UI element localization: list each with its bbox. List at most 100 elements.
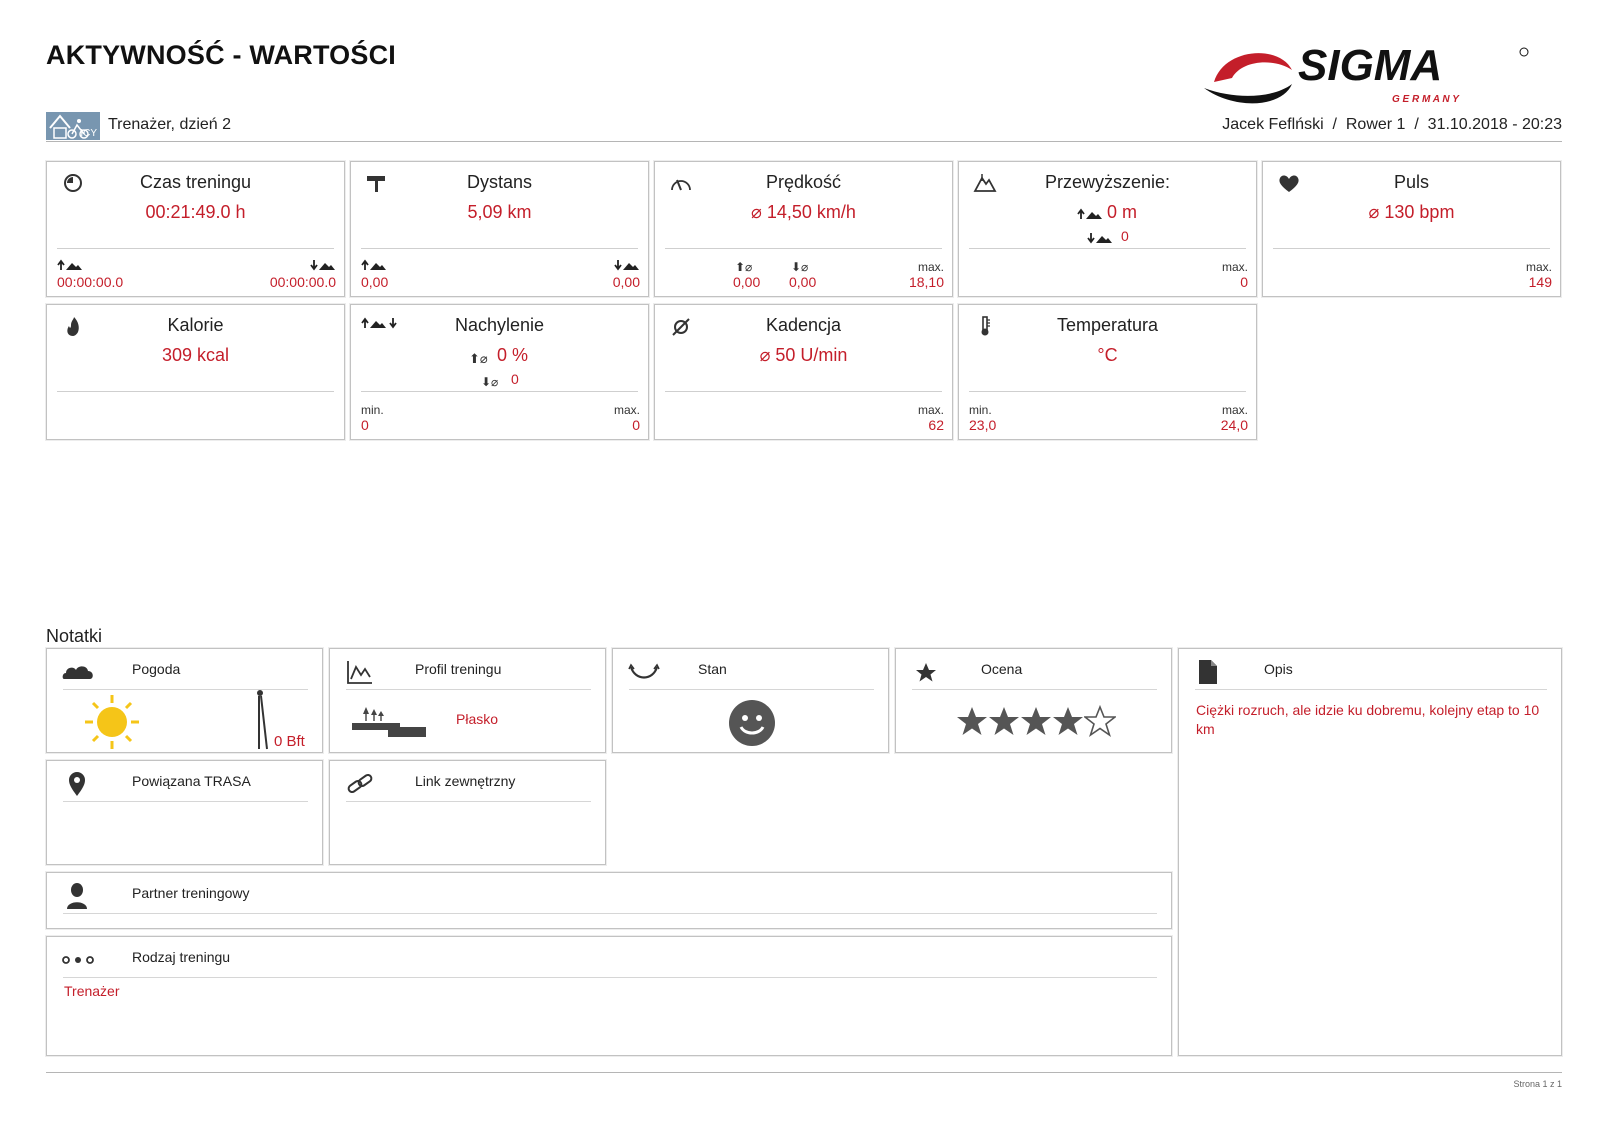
tile-value: 0 %: [497, 345, 529, 365]
uphill-icon: [1077, 208, 1102, 219]
min-value: 0: [361, 417, 369, 433]
tile-value: ⌀ 130 bpm: [1368, 202, 1455, 222]
max-value: 24,0: [1220, 417, 1248, 433]
tile-title: Kadencja: [765, 315, 842, 335]
tile-sub-value: 0: [511, 371, 519, 387]
downhill-value: 00:00:00.0: [269, 274, 336, 290]
logo-tagline: G E R M A N Y: [1392, 94, 1460, 105]
note-description: Opis Ciężki rozruch, ale idzie ku dobrem…: [1178, 648, 1562, 1056]
tile-value: 5,09 km: [467, 202, 532, 222]
max-value: 0: [632, 417, 640, 433]
max-value: 62: [928, 417, 944, 433]
tile-title: Czas treningu: [139, 172, 252, 192]
note-training-partner: Partner treningowy: [46, 872, 1172, 929]
note-title: Ocena: [981, 661, 1023, 677]
page-number: Strona 1 z 1: [1513, 1079, 1562, 1089]
incline-up-label: ⬆⌀: [469, 351, 488, 366]
tile-value: ⌀ 50 U/min: [759, 345, 848, 365]
tile-value: 309 kcal: [161, 345, 230, 365]
note-training-type: Rodzaj treningu Trenażer: [46, 936, 1172, 1056]
speed-up-label: ⬆⌀: [735, 260, 753, 274]
max-label: max.: [613, 403, 640, 417]
description-text: Ciężki rozruch, ale idzie ku dobremu, ko…: [1196, 702, 1540, 737]
star-filled-icon: [1053, 707, 1083, 735]
tile-value: 0 m: [1107, 202, 1138, 222]
note-title: Rodzaj treningu: [132, 949, 231, 965]
incline-down-label: ⬇⌀: [481, 375, 499, 389]
person-icon: [67, 883, 87, 909]
document-icon: [1199, 660, 1217, 684]
tile-title: Przewyższenie:: [1044, 172, 1171, 192]
condition-icon: [628, 663, 660, 679]
training-type-value: Trenażer: [64, 983, 120, 999]
tile-value: °C: [1097, 345, 1118, 365]
tile-elevation: Przewyższenie: 0 m 0 max. 0: [958, 161, 1257, 297]
tile-title: Temperatura: [1056, 315, 1159, 335]
tile-title: Kalorie: [167, 315, 224, 335]
min-label: min.: [361, 403, 384, 417]
activity-meta: Jacek Feflński / Rower 1 / 31.10.2018 - …: [1222, 116, 1562, 133]
downhill-icon: [310, 260, 335, 271]
speed-down-value: 0,00: [789, 274, 817, 290]
cloud-icon: [62, 666, 93, 679]
sigma-logo: SIGMA G E R M A N Y: [1204, 40, 1564, 110]
max-label: max.: [1221, 260, 1248, 274]
star-empty-icon: [1082, 704, 1118, 737]
min-label: min.: [969, 403, 992, 417]
speed-down-label: ⬇⌀: [791, 260, 809, 274]
tile-incline: Nachylenie ⬆⌀ 0 % ⬇⌀ 0 min. 0 max. 0: [350, 304, 649, 440]
tile-sub-value: 0: [1121, 228, 1129, 244]
note-route: Powiązana TRASA: [46, 760, 323, 865]
sport-label: ICY: [80, 128, 97, 139]
max-label: max.: [917, 403, 944, 417]
downhill-value: 0,00: [612, 274, 640, 290]
max-label: max.: [1525, 260, 1552, 274]
max-value: 18,10: [908, 274, 944, 290]
link-icon: [347, 773, 373, 794]
note-external-link: Link zewnętrzny: [329, 760, 606, 865]
page-title: AKTYWNOŚĆ - WARTOŚCI: [46, 40, 396, 70]
tile-pulse: Puls ⌀ 130 bpm max. 149: [1262, 161, 1561, 297]
note-title: Partner treningowy: [132, 885, 250, 901]
speed-up-value: 0,00: [733, 274, 761, 290]
logo-brand: SIGMA: [1298, 41, 1442, 90]
smiley-icon: [729, 700, 775, 746]
tile-value: 00:21:49.0 h: [145, 202, 246, 222]
wind-flag-icon: [257, 690, 268, 750]
footer-divider: [46, 1072, 1562, 1073]
notes-title: Notatki: [46, 626, 103, 646]
note-title: Powiązana TRASA: [132, 773, 251, 789]
star-filled-icon: [989, 707, 1019, 735]
tile-title: Puls: [1393, 172, 1429, 192]
activity-header: ICY Trenażer, dzień 2 Jacek Feflński / R…: [46, 112, 1562, 142]
more-dots-icon: [62, 956, 94, 964]
sport-icon: ICY: [46, 112, 100, 140]
note-rating: Ocena: [895, 648, 1172, 753]
tile-calories: Kalorie 309 kcal: [46, 304, 345, 440]
note-title: Opis: [1264, 661, 1293, 677]
rating-stars: [956, 704, 1118, 739]
uphill-value: 00:00:00.0: [57, 274, 124, 290]
max-value: 0: [1240, 274, 1248, 290]
tile-speed: Prędkość ⌀ 14,50 km/h ⬆⌀ ⬇⌀ 0,00 0,00 ma…: [654, 161, 953, 297]
note-title: Link zewnętrzny: [415, 773, 516, 789]
tile-title: Nachylenie: [454, 315, 545, 335]
uphill-value: 0,00: [361, 274, 389, 290]
note-title: Stan: [698, 661, 727, 677]
note-title: Pogoda: [132, 661, 181, 677]
tile-training-time: Czas treningu 00:21:49.0 h 00:00:00.0 00…: [46, 161, 345, 297]
tile-title: Dystans: [466, 172, 533, 192]
tile-distance: Dystans 5,09 km 0,00 0,00: [350, 161, 649, 297]
profile-value: Płasko: [456, 711, 499, 727]
sun-icon: [85, 695, 139, 749]
downhill-icon: [614, 260, 639, 271]
max-label: max.: [1221, 403, 1248, 417]
tile-title: Prędkość: [765, 172, 842, 192]
note-condition: Stan: [612, 648, 889, 753]
star-icon: [916, 663, 936, 682]
wind-value: 0 Bft: [274, 733, 305, 750]
max-value: 149: [1528, 274, 1552, 290]
star-filled-icon: [1021, 707, 1051, 735]
max-label: max.: [917, 260, 944, 274]
activity-name: Trenażer, dzień 2: [108, 116, 232, 133]
